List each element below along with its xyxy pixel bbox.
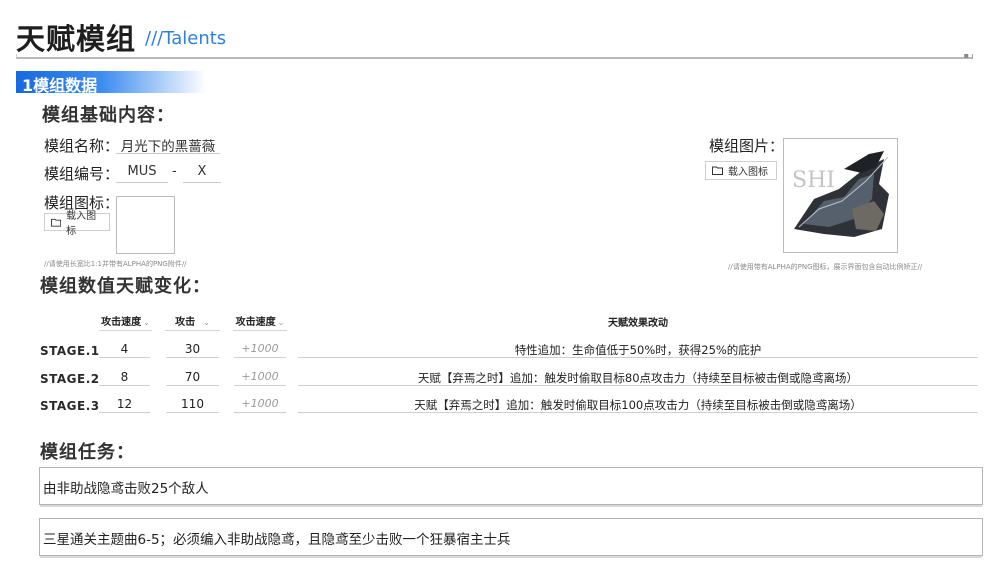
icon-hint: //请使用长宽比1:1并带有ALPHA的PNG附件// — [44, 260, 187, 268]
tasks-heading: 模组任务： — [40, 442, 135, 463]
task-input-2[interactable]: 三星通关主题曲6-5；必须编入非助战隐鸢，且隐鸢至少击败一个狂暴宿主士兵 — [39, 518, 983, 556]
module-image-label: 模组图片： — [709, 137, 785, 155]
module-name-input[interactable]: 月光下的黑蔷薇 — [116, 135, 220, 155]
stage-label: STAGE.3 — [40, 399, 100, 413]
column-header-attack[interactable]: 攻击 ⌄ — [165, 313, 220, 331]
column-header-label: 攻击 — [175, 317, 196, 328]
attack-speed-input[interactable]: 4 — [99, 342, 150, 358]
page-title: 天赋模组 — [16, 22, 137, 56]
attack-input[interactable]: 110 — [166, 397, 219, 413]
stage-label: STAGE.1 — [40, 344, 100, 358]
attack-speed-2-input[interactable]: +1000 — [234, 397, 286, 413]
title-divider: ▪ — [16, 51, 973, 60]
column-header-attack-speed-2[interactable]: 攻击速度 ⌄ — [233, 313, 287, 331]
module-icon-preview[interactable] — [116, 196, 175, 254]
column-header-effect: 天赋效果改动 — [608, 318, 668, 329]
module-image-preview[interactable]: SHI — [783, 138, 898, 253]
attack-speed-input[interactable]: 8 — [99, 370, 150, 386]
chevron-down-icon: ⌄ — [143, 318, 150, 327]
module-code-separator: - — [172, 164, 177, 179]
module-name-label: 模组名称： — [44, 137, 120, 155]
effect-input[interactable]: 特性追加：生命值低于50%时，获得25%的庇护 — [298, 342, 978, 358]
basic-heading: 模组基础内容： — [42, 105, 175, 126]
stats-heading: 模组数值天赋变化： — [40, 276, 211, 297]
column-header-attack-speed[interactable]: 攻击速度 ⌄ — [99, 313, 152, 331]
image-hint: //请使用带有ALPHA的PNG图标，展示界面包含自动比例矫正// — [728, 263, 923, 271]
folder-icon — [51, 218, 62, 227]
module-code-label: 模组编号： — [44, 165, 120, 183]
attack-input[interactable]: 30 — [166, 342, 219, 358]
column-header-label: 攻击速度 — [101, 317, 142, 328]
page-subtitle: ///Talents — [145, 28, 227, 49]
effect-input[interactable]: 天赋【弃焉之时】追加：触发时偷取目标80点攻击力（持续至目标被击倒或隐鸢离场） — [298, 370, 978, 386]
chevron-down-icon: ⌄ — [203, 318, 210, 327]
attack-speed-2-input[interactable]: +1000 — [234, 370, 286, 386]
load-icon-button[interactable]: 载入图标 — [44, 211, 110, 237]
column-header-label: 攻击速度 — [235, 317, 276, 328]
module-artwork-image: SHI — [792, 151, 889, 237]
folder-icon — [712, 166, 723, 175]
attack-input[interactable]: 70 — [166, 370, 219, 386]
attack-speed-input[interactable]: 12 — [99, 397, 150, 413]
section-title: 1模组数据 — [22, 76, 98, 95]
chevron-down-icon: ⌄ — [277, 318, 285, 327]
module-code-prefix-input[interactable]: MUS — [116, 164, 168, 183]
load-icon-button-label: 载入图标 — [66, 211, 97, 237]
load-image-button[interactable]: 载入图标 — [705, 161, 777, 180]
artwork-text: SHI — [792, 168, 835, 193]
load-image-button-label: 载入图标 — [728, 167, 768, 178]
resize-handle-icon[interactable]: ▪ — [964, 51, 969, 60]
stage-label: STAGE.2 — [40, 372, 100, 386]
effect-input[interactable]: 天赋【弃焉之时】追加：触发时偷取目标100点攻击力（持续至目标被击倒或隐鸢离场） — [298, 397, 978, 413]
module-code-suffix-input[interactable]: X — [183, 164, 221, 183]
attack-speed-2-input[interactable]: +1000 — [234, 342, 286, 358]
task-input-1[interactable]: 由非助战隐鸢击败25个敌人 — [39, 467, 983, 505]
